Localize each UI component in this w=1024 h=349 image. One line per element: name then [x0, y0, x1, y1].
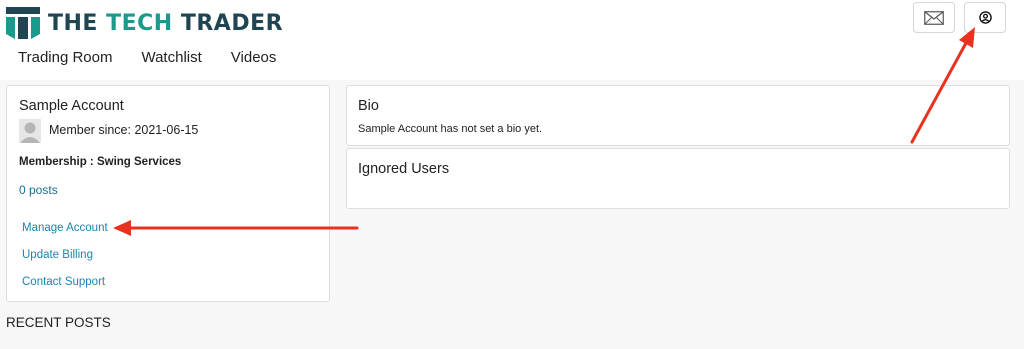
nav-item-videos[interactable]: Videos — [231, 49, 277, 66]
membership-label: Membership : Swing Services — [19, 156, 182, 168]
user-circle-icon — [978, 11, 992, 24]
ignored-users-title: Ignored Users — [358, 161, 450, 177]
account-name: Sample Account — [19, 98, 124, 114]
bio-title: Bio — [358, 98, 379, 114]
update-billing-link[interactable]: Update Billing — [22, 249, 93, 261]
main-nav: Trading Room Watchlist Videos — [18, 49, 276, 66]
brand-name: THE TECH TRADER — [48, 10, 284, 36]
avatar — [19, 119, 41, 143]
top-header: THE TECH TRADER Trading Room Watchlist V… — [0, 0, 1024, 80]
nav-item-watchlist[interactable]: Watchlist — [141, 49, 201, 66]
posts-count-link[interactable]: 0 posts — [19, 183, 58, 197]
bio-card: Bio Sample Account has not set a bio yet… — [346, 85, 1010, 146]
manage-account-link[interactable]: Manage Account — [22, 222, 108, 234]
mail-icon — [924, 10, 944, 25]
nav-item-trading-room[interactable]: Trading Room — [18, 49, 112, 66]
contact-support-link[interactable]: Contact Support — [22, 276, 105, 288]
profile-card: Sample Account Member since: 2021-06-15 … — [6, 85, 330, 302]
ignored-users-card: Ignored Users — [346, 148, 1010, 209]
bio-text: Sample Account has not set a bio yet. — [358, 123, 543, 135]
member-since: Member since: 2021-06-15 — [49, 123, 199, 137]
brand-logo[interactable]: THE TECH TRADER — [6, 7, 283, 39]
logo-mark-icon — [6, 7, 40, 39]
account-button[interactable] — [964, 2, 1006, 33]
messages-button[interactable] — [913, 2, 955, 33]
recent-posts-heading: RECENT POSTS — [6, 315, 111, 330]
